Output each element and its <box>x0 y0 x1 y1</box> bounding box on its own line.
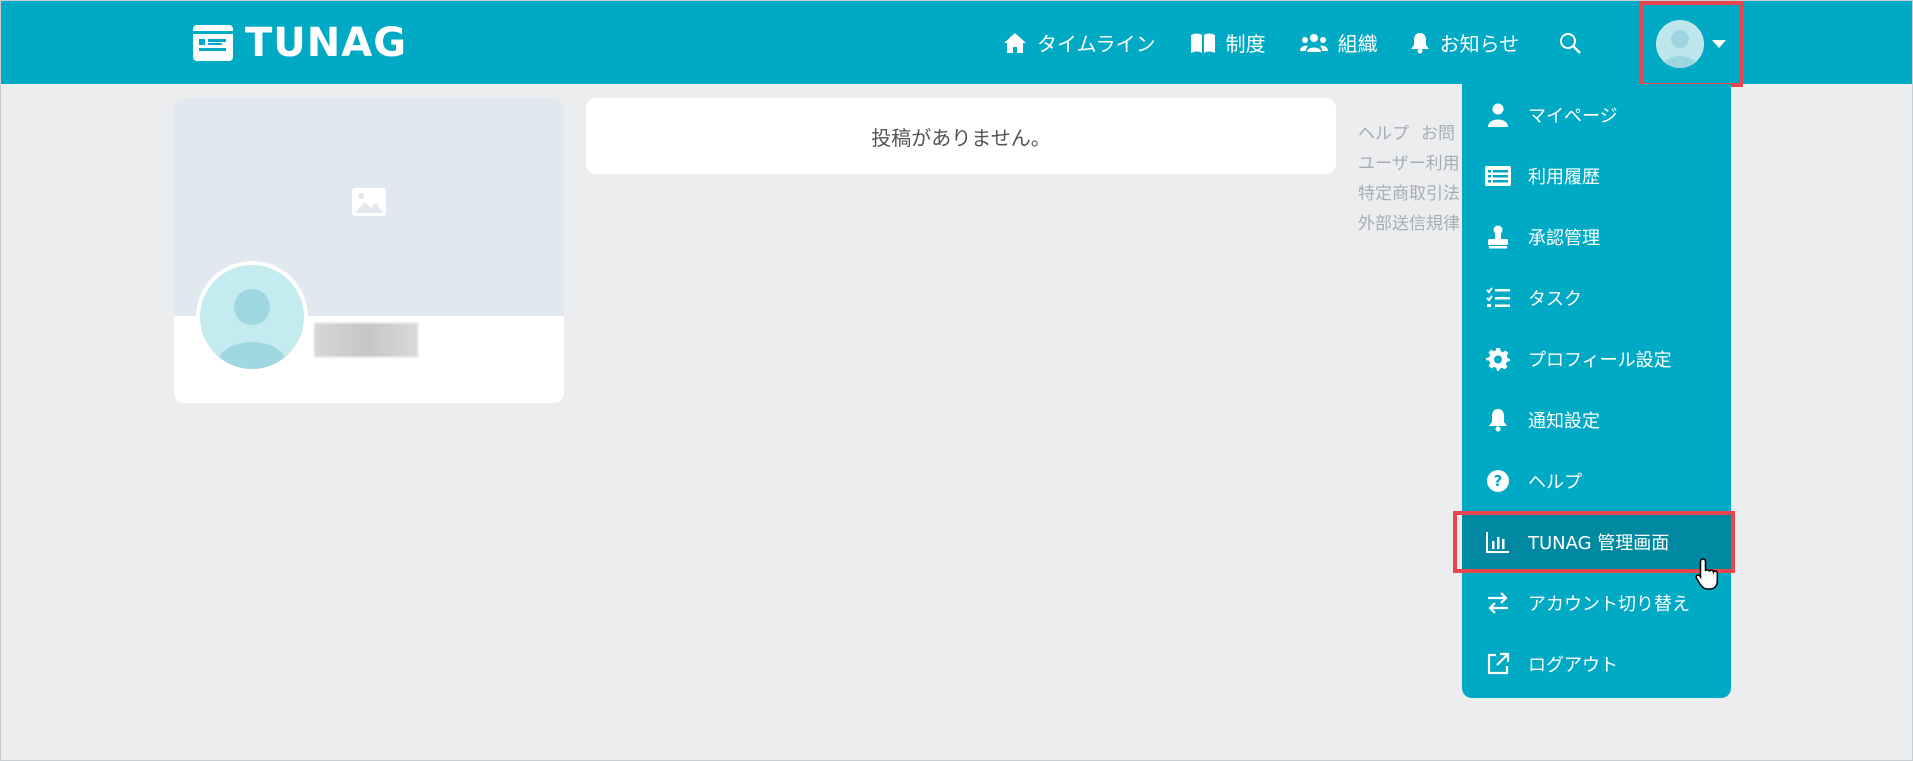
home-icon <box>1004 32 1026 53</box>
menu-item-label: マイページ <box>1528 105 1618 127</box>
footer-link-commerce[interactable]: 特定商取引法 <box>1358 184 1460 204</box>
empty-posts-box: 投稿がありません。 <box>586 98 1336 174</box>
menu-item-help[interactable]: ? ヘルプ <box>1462 450 1731 511</box>
nav-system[interactable]: 制度 <box>1190 1 1266 84</box>
caret-down-icon <box>1712 40 1726 48</box>
checklist-icon <box>1486 286 1510 307</box>
nav-notifications-label: お知らせ <box>1439 32 1520 56</box>
main-nav: タイムライン 制度 組織 お知らせ <box>1003 1 1582 84</box>
menu-item-label: TUNAG 管理画面 <box>1528 532 1670 554</box>
menu-item-profile-settings[interactable]: プロフィール設定 <box>1462 328 1731 389</box>
footer-link-external[interactable]: 外部送信規律 <box>1358 214 1460 234</box>
svg-text:?: ? <box>1494 472 1503 490</box>
top-header: TUNAG タイムライン 制度 組織 お知らせ <box>1 1 1912 87</box>
external-link-icon <box>1487 652 1510 674</box>
swap-icon <box>1488 591 1508 614</box>
menu-item-label: アカウント切り替え <box>1528 593 1690 615</box>
menu-item-approval[interactable]: 承認管理 <box>1462 206 1731 267</box>
stamp-icon <box>1488 225 1508 248</box>
bar-chart-icon <box>1486 531 1509 553</box>
nav-timeline-label: タイムライン <box>1037 32 1156 56</box>
menu-item-label: 通知設定 <box>1528 410 1600 432</box>
hand-cursor-icon <box>1695 558 1719 590</box>
logo-text: TUNAG <box>245 20 408 66</box>
user-name-redacted <box>314 323 418 357</box>
search-icon <box>1560 32 1582 54</box>
logo-mark-icon <box>193 25 233 61</box>
search-button[interactable] <box>1559 1 1582 84</box>
image-placeholder-icon <box>352 188 386 216</box>
person-icon <box>1488 103 1508 127</box>
bell-icon <box>1410 32 1429 53</box>
menu-item-label: 承認管理 <box>1528 227 1600 249</box>
nav-organization-label: 組織 <box>1337 32 1378 56</box>
menu-item-logout[interactable]: ログアウト <box>1462 633 1731 694</box>
book-icon <box>1190 33 1215 53</box>
default-avatar-icon <box>216 289 288 369</box>
profile-avatar <box>196 261 308 373</box>
avatar <box>1656 20 1704 68</box>
gear-icon <box>1486 347 1510 371</box>
menu-item-label: プロフィール設定 <box>1528 349 1672 371</box>
footer-link-contact[interactable]: お問 <box>1421 124 1455 144</box>
default-avatar-icon <box>1662 30 1698 68</box>
footer-link-help[interactable]: ヘルプ <box>1358 124 1409 144</box>
menu-item-task[interactable]: タスク <box>1462 267 1731 328</box>
menu-item-history[interactable]: 利用履歴 <box>1462 145 1731 206</box>
menu-item-switch-account[interactable]: アカウント切り替え <box>1462 572 1731 633</box>
menu-item-mypage[interactable]: マイページ <box>1462 84 1731 145</box>
question-icon: ? <box>1487 469 1509 492</box>
profile-card <box>174 98 564 403</box>
footer-link-terms[interactable]: ユーザー利用 <box>1358 154 1460 174</box>
user-dropdown-menu: マイページ 利用履歴 承認管理 タスク プロフィール設定 通知設定 ? ヘルプ … <box>1462 84 1731 698</box>
list-icon <box>1485 165 1511 186</box>
nav-system-label: 制度 <box>1225 32 1266 56</box>
footer-links: ヘルプ お問 ユーザー利用 特定商取引法 外部送信規律 <box>1358 119 1478 239</box>
menu-item-notification-settings[interactable]: 通知設定 <box>1462 389 1731 450</box>
menu-item-label: タスク <box>1528 288 1582 310</box>
empty-posts-message: 投稿がありません。 <box>871 125 1051 150</box>
nav-notifications[interactable]: お知らせ <box>1410 1 1520 84</box>
menu-item-admin[interactable]: TUNAG 管理画面 <box>1462 511 1731 572</box>
user-menu-toggle[interactable] <box>1639 1 1743 87</box>
users-icon <box>1299 33 1328 52</box>
nav-timeline[interactable]: タイムライン <box>1003 1 1156 84</box>
tunag-logo[interactable]: TUNAG <box>191 21 407 65</box>
nav-organization[interactable]: 組織 <box>1299 1 1378 84</box>
bell-icon <box>1489 408 1507 431</box>
menu-item-label: ヘルプ <box>1528 471 1582 493</box>
menu-item-label: ログアウト <box>1528 654 1618 676</box>
menu-item-label: 利用履歴 <box>1528 166 1600 188</box>
